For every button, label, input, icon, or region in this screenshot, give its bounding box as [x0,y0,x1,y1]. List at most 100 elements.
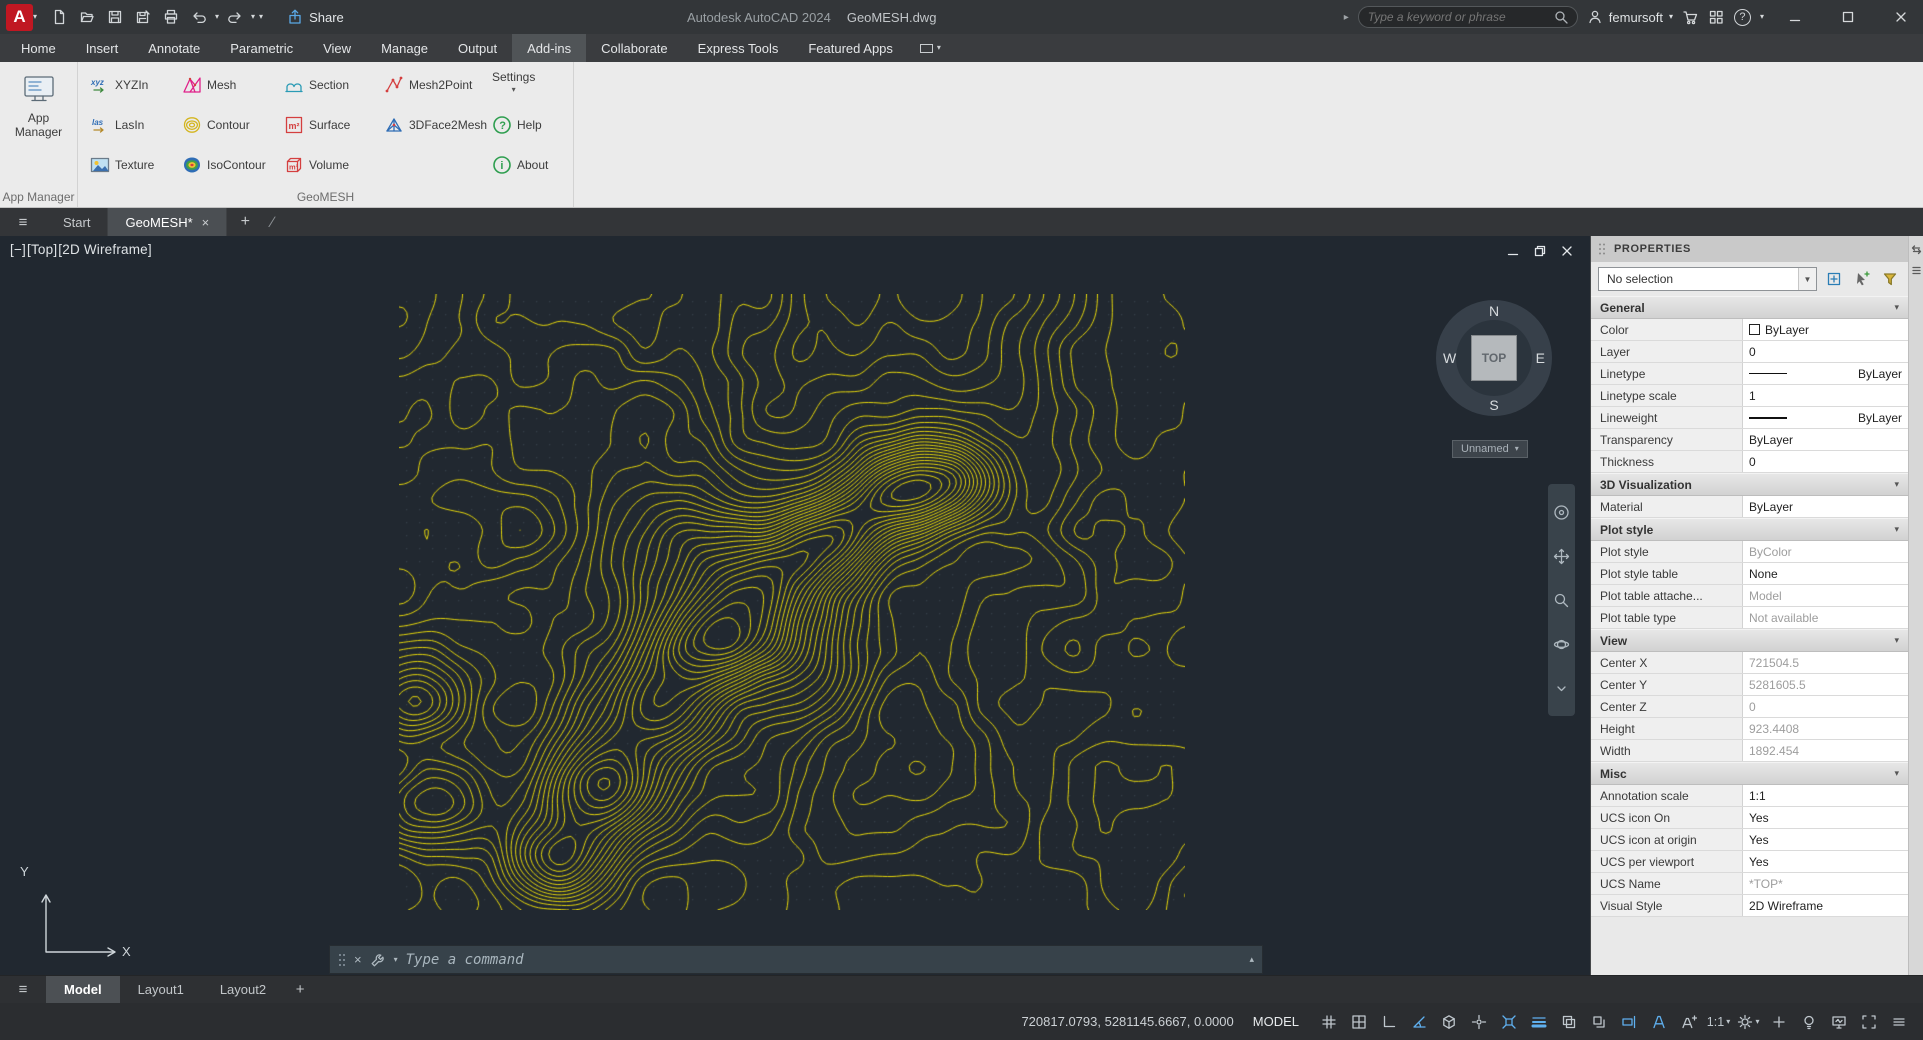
property-value[interactable]: ByLayer [1743,429,1908,450]
face2mesh-button[interactable]: 3DFace2Mesh [384,112,487,138]
layout-menu-icon[interactable]: ≡ [0,976,46,1003]
annotation-visibility-icon[interactable] [1644,1008,1673,1036]
autoscale-icon[interactable] [1674,1008,1703,1036]
palette-grip-icon[interactable] [1598,242,1606,256]
app-manager-button[interactable]: App Manager [0,62,77,140]
property-value[interactable]: ByLayer [1743,363,1908,384]
help-button[interactable]: ? Help [492,112,542,138]
save-as-icon[interactable] [131,5,155,29]
annotation-monitor-icon[interactable] [1764,1008,1793,1036]
property-value[interactable]: 0 [1743,341,1908,362]
navbar-more-icon[interactable] [1553,680,1570,697]
command-grip-icon[interactable] [338,952,346,968]
property-value[interactable]: 1892.454 [1743,740,1908,761]
properties-section-header[interactable]: Misc▾ [1591,762,1908,785]
property-value[interactable]: ByLayer [1743,496,1908,517]
about-button[interactable]: i About [492,152,548,178]
property-value[interactable]: ByLayer [1743,407,1908,428]
property-value[interactable]: Yes [1743,807,1908,828]
selection-cycling-icon[interactable] [1584,1008,1613,1036]
ribbon-display-toggle[interactable]: ▾ [908,34,953,62]
property-value[interactable]: Yes [1743,829,1908,850]
isocontour-button[interactable]: IsoContour [182,152,266,178]
property-value[interactable]: 5281605.5 [1743,674,1908,695]
section-collapse-icon[interactable]: ▾ [1894,768,1899,779]
share-button[interactable]: Share [287,9,344,25]
isometric-drafting-icon[interactable] [1434,1008,1463,1036]
tab-home[interactable]: Home [6,34,71,62]
file-tab-close-icon[interactable]: × [202,215,210,230]
model-space-toggle[interactable]: MODEL [1253,1014,1299,1029]
lineweight-icon[interactable] [1524,1008,1553,1036]
minimize-button[interactable] [1773,0,1817,34]
drawing-canvas[interactable] [399,294,1185,910]
property-value[interactable]: 0 [1743,451,1908,472]
lasin-button[interactable]: las LasIn [90,112,144,138]
property-value[interactable]: 923.4408 [1743,718,1908,739]
object-snap-tracking-icon[interactable] [1464,1008,1493,1036]
new-tab-button[interactable]: + [227,208,263,236]
compass-east[interactable]: E [1536,350,1545,366]
section-button[interactable]: Section [284,72,349,98]
mesh2point-button[interactable]: Mesh2Point [384,72,472,98]
settings-button[interactable]: Settings ▾ [492,70,535,94]
view-name-chip[interactable]: Unnamed ▾ [1452,440,1528,458]
help-icon[interactable]: ? [1734,9,1751,26]
maximize-button[interactable] [1826,0,1870,34]
full-navigation-wheel-icon[interactable] [1553,504,1570,521]
ortho-mode-icon[interactable] [1374,1008,1403,1036]
properties-header[interactable]: PROPERTIES [1591,236,1908,262]
connect-apps-icon[interactable] [1708,9,1725,26]
property-value[interactable]: ByLayer [1743,319,1908,340]
workspace-switching-icon[interactable]: ▾ [1734,1008,1763,1036]
tab-layout2[interactable]: Layout2 [202,976,284,1003]
property-value[interactable]: ByColor [1743,541,1908,562]
tab-collaborate[interactable]: Collaborate [586,34,683,62]
property-value[interactable]: Not available [1743,607,1908,628]
close-button[interactable] [1879,0,1923,34]
property-value[interactable]: 2D Wireframe [1743,895,1908,916]
orbit-icon[interactable] [1553,636,1570,653]
grid-display-icon[interactable] [1314,1008,1343,1036]
command-line[interactable]: × ▾ ▴ [329,945,1263,974]
tab-add-ins[interactable]: Add-ins [512,34,586,62]
redo-icon[interactable] [223,5,247,29]
tab-featured-apps[interactable]: Featured Apps [793,34,908,62]
properties-section-header[interactable]: View▾ [1591,629,1908,652]
polar-tracking-icon[interactable] [1404,1008,1433,1036]
panel-title-app-manager[interactable]: App Manager [0,190,77,204]
new-layout-button[interactable]: + [284,976,316,1003]
property-value[interactable]: 1 [1743,385,1908,406]
user-caret-icon[interactable]: ▾ [1669,13,1673,21]
viewcube-compass[interactable]: TOP N W E S [1436,300,1552,416]
save-icon[interactable] [103,5,127,29]
search-box[interactable] [1358,6,1578,28]
viewport-view-control[interactable]: [Top] [27,242,57,257]
ucs-icon[interactable] [16,882,136,962]
properties-section-header[interactable]: General▾ [1591,296,1908,319]
dynamic-input-icon[interactable] [1614,1008,1643,1036]
viewcube-top-face[interactable]: TOP [1471,335,1517,381]
command-close-icon[interactable]: × [354,952,362,967]
selection-dropdown[interactable]: No selection ▼ [1598,267,1817,291]
command-input[interactable] [406,952,1242,968]
tab-annotate[interactable]: Annotate [133,34,215,62]
new-file-icon[interactable] [47,5,71,29]
contour-button[interactable]: Contour [182,112,250,138]
collapse-search-icon[interactable]: ▸ [1344,12,1349,23]
xyzin-button[interactable]: xyz XYZIn [90,72,148,98]
properties-section-header[interactable]: Plot style▾ [1591,518,1908,541]
clean-screen-icon[interactable] [1854,1008,1883,1036]
volume-button[interactable]: m³ Volume [284,152,349,178]
command-customize-icon[interactable] [370,952,386,968]
file-tab-geomesh[interactable]: GeoMESH* × [108,208,227,236]
property-value[interactable]: 1:1 [1743,785,1908,806]
plot-icon[interactable] [159,5,183,29]
undo-caret-icon[interactable]: ▾ [215,13,219,21]
drawing-area[interactable]: [−] [Top] [2D Wireframe] TOP N W E S Unn… [0,236,1590,975]
tab-view[interactable]: View [308,34,366,62]
user-account[interactable]: femursoft ▾ [1587,9,1673,25]
object-snap-icon[interactable] [1494,1008,1523,1036]
command-history-icon[interactable]: ▴ [1249,954,1254,965]
compass-south[interactable]: S [1489,397,1498,413]
